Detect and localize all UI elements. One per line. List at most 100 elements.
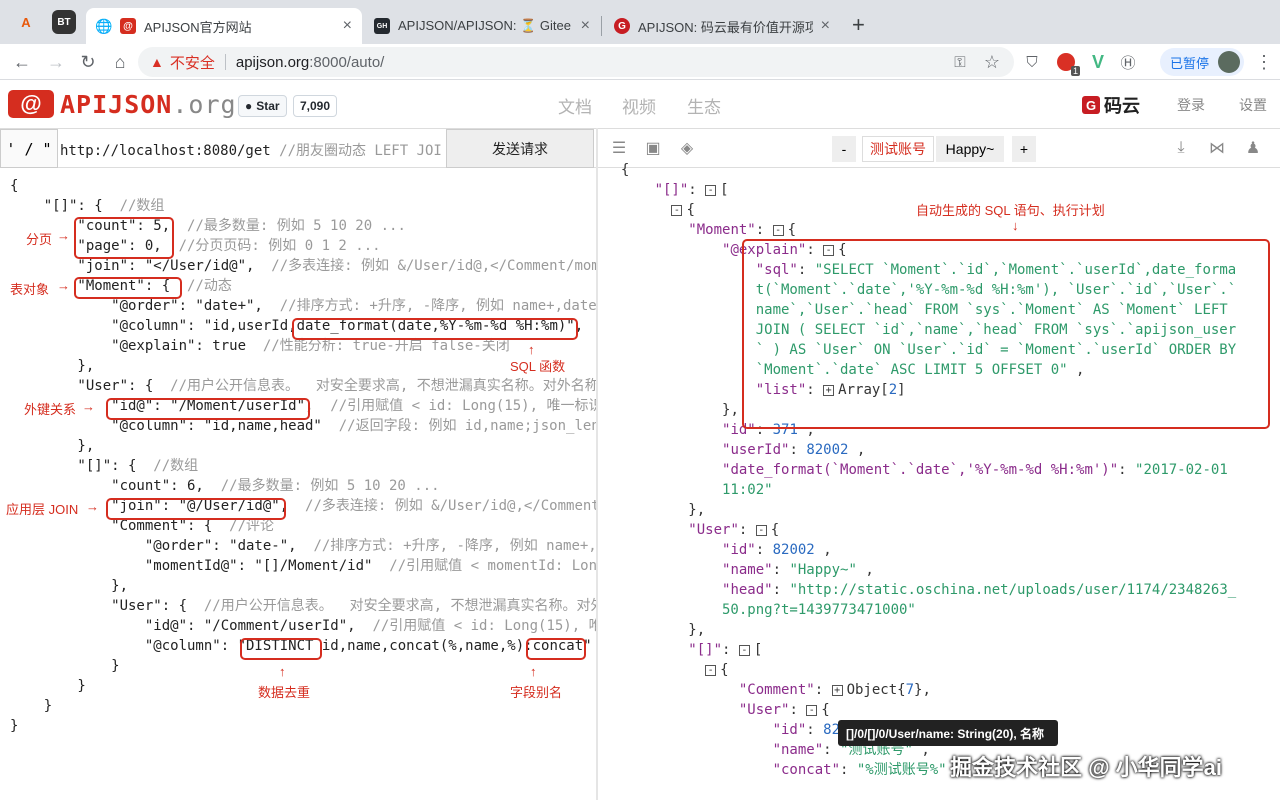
pinned-tab-bt-icon[interactable]: BT — [52, 10, 76, 34]
close-tab-icon[interactable]: × — [343, 17, 352, 35]
send-request-button[interactable]: 发送请求 — [446, 129, 594, 168]
nav-ecosystem[interactable]: 生态 — [687, 93, 721, 118]
field-alias-annotation: 字段别名 — [510, 685, 563, 700]
pane-divider[interactable] — [596, 128, 598, 800]
gitee-link[interactable]: G 码云 — [1082, 92, 1140, 118]
forward-arrow-icon[interactable]: → — [44, 50, 68, 74]
github-star-button[interactable]: ● Star — [238, 95, 287, 117]
settings-link[interactable]: 设置 — [1239, 95, 1267, 115]
tab-title: APIJSON/APIJSON: ⏳ Gitee M — [398, 18, 573, 33]
address-bar[interactable]: ▲ 不安全 apijson.org:8000/auto/ — [138, 47, 1014, 77]
star-count[interactable]: 7,090 — [293, 95, 338, 117]
json-line: "count": 6, //最多数量: 例如 5 10 20 ... — [10, 478, 440, 494]
tab-gitee-apijson[interactable]: G APIJSON: 码云最有价值开源项目 × — [604, 8, 840, 44]
arrow-right-icon: → — [82, 399, 95, 414]
distinct-highlight-box — [240, 638, 322, 660]
site-logo-text[interactable]: APIJSON.org — [60, 90, 237, 119]
url-path: :8000/auto/ — [309, 53, 385, 71]
tab-apijson-official[interactable]: 🌐 @ APIJSON官方网站 × — [86, 8, 362, 44]
profile-paused-label: 已暂停 — [1170, 55, 1210, 71]
new-tab-button[interactable]: + — [852, 12, 865, 38]
explain-highlight-box — [742, 239, 1270, 429]
expand-toggle-icon[interactable]: + — [831, 684, 843, 696]
collapse-toggle-icon[interactable]: - — [755, 524, 767, 536]
arrow-right-icon: → — [57, 228, 70, 243]
arrow-up-icon: ↑ — [279, 664, 286, 679]
back-arrow-icon[interactable]: ← — [10, 50, 34, 74]
json-line: "id": 82002 , — [722, 542, 832, 558]
collapse-toggle-icon[interactable]: - — [738, 644, 750, 656]
shield-extension-icon[interactable]: ⛉ — [1020, 50, 1044, 74]
logo-suffix: .org — [172, 90, 237, 119]
apijson-logo-icon[interactable]: @ — [8, 90, 54, 118]
json-line: "userId": 82002 , — [722, 442, 866, 458]
request-url-input[interactable]: http://localhost:8080/get //朋友圈动态 LEFT J… — [60, 140, 446, 160]
method-toggle-button[interactable]: ' / " — [0, 129, 58, 168]
nav-videos[interactable]: 视频 — [622, 93, 656, 118]
logo-name: APIJSON — [60, 90, 173, 119]
json-line: "momentId@": "[]/Moment/id" //引用赋值 < mom… — [10, 558, 596, 574]
json-line: "User": { //用户公开信息表。 对安全要求高, 不想泄漏真实名称。对外… — [10, 378, 596, 394]
json-line: "concat": "%测试账号%" — [772, 762, 947, 778]
field-alias-highlight-box — [526, 638, 586, 660]
json-line: } — [10, 698, 53, 714]
sql-function-annotation: SQL 函数 — [510, 359, 566, 374]
json-line: }, — [10, 438, 95, 454]
reload-icon[interactable]: ↻ — [76, 50, 100, 74]
home-icon[interactable]: ⌂ — [108, 50, 132, 74]
arrow-up-icon: ↑ — [530, 664, 537, 679]
json-line: "[]": -[ — [654, 182, 729, 198]
watermark: 掘金技术社区 @ 小华同学ai — [950, 755, 1223, 780]
json-line: { — [10, 178, 19, 194]
json-line: "User": { //用户公开信息表。 对安全要求高, 不想泄漏真实名称。对外 — [10, 598, 596, 614]
save-icon[interactable]: ▣ — [642, 137, 664, 159]
request-json-editor[interactable]: { "[]": { //数组 "count": 5, //最多数量: 例如 5 … — [10, 176, 596, 796]
nav-docs[interactable]: 文档 — [558, 93, 592, 118]
security-label[interactable]: 不安全 — [170, 52, 215, 73]
adblock-extension-icon[interactable]: 1 — [1054, 50, 1080, 76]
account-name[interactable]: Happy~ — [936, 136, 1004, 162]
close-tab-icon[interactable]: × — [821, 17, 830, 35]
bookmark-star-icon[interactable]: ☆ — [980, 50, 1004, 74]
table-object-annotation: 表对象 — [10, 282, 50, 297]
test-account-label[interactable]: 测试账号 — [862, 136, 934, 162]
key-icon[interactable]: ⚿ — [948, 50, 972, 74]
tab-github-apijson[interactable]: GH APIJSON/APIJSON: ⏳ Gitee M × — [364, 8, 600, 44]
layers-icon[interactable]: ◈ — [676, 137, 698, 159]
collapse-toggle-icon[interactable]: - — [671, 204, 683, 216]
vue-devtools-icon[interactable]: V — [1086, 50, 1110, 74]
json-line: "head": "http://static.oschina.net/uploa… — [722, 582, 1237, 598]
tshirt-icon[interactable]: ♟ — [1242, 137, 1264, 159]
json-line: }, — [688, 622, 706, 638]
share-icon[interactable]: ⋈ — [1206, 137, 1228, 159]
json-line: "User": -{ — [688, 522, 780, 538]
collapse-toggle-icon[interactable]: - — [705, 184, 717, 196]
arrow-up-icon: ↑ — [528, 342, 535, 357]
collapse-toggle-icon[interactable]: - — [772, 224, 784, 236]
avatar — [1218, 51, 1240, 73]
list-format-icon[interactable]: ☰ — [608, 137, 630, 159]
download-icon[interactable]: ⤓ — [1170, 137, 1192, 159]
json-line: "User": -{ — [738, 702, 830, 718]
paging-highlight-box — [74, 217, 174, 259]
github-icon: ● — [245, 99, 253, 113]
add-account-button[interactable]: + — [1012, 136, 1036, 162]
collapse-toggle-icon[interactable]: - — [705, 664, 717, 676]
request-url: http://localhost:8080/get — [60, 143, 271, 159]
path-tooltip: []/0/[]/0/User/name: String(20), 名称 — [838, 720, 1058, 746]
explain-annotation: 自动生成的 SQL 语句、执行计划 — [916, 203, 1105, 218]
json-line: } — [10, 718, 19, 734]
login-link[interactable]: 登录 — [1177, 95, 1205, 115]
pinned-tab-a-icon[interactable]: A — [14, 10, 38, 34]
profile-paused-button[interactable]: 已暂停 — [1160, 48, 1244, 76]
json-line: "Comment": + Object{7}, — [738, 682, 931, 698]
foreign-key-annotation: 外键关系 — [24, 402, 77, 417]
remove-account-button[interactable]: - — [832, 136, 856, 162]
url-text[interactable]: apijson.org:8000/auto/ — [236, 54, 384, 71]
h-extension-icon[interactable]: Ⓗ — [1116, 50, 1140, 74]
collapse-toggle-icon[interactable]: - — [806, 704, 818, 716]
more-menu-icon[interactable]: ⋮ — [1252, 50, 1276, 74]
json-line: "@order": "date-", //排序方式: +升序, -降序, 例如 … — [10, 538, 596, 554]
warning-triangle-icon[interactable]: ▲ — [150, 54, 164, 70]
close-tab-icon[interactable]: × — [581, 17, 590, 35]
